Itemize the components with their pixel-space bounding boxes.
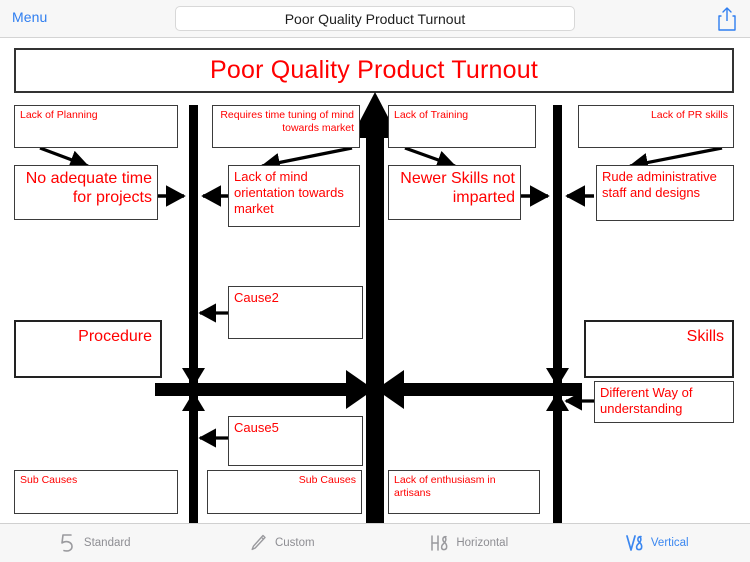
node-rude-administrative[interactable]: Rude administrative staff and designs xyxy=(596,165,734,221)
node-label: Cause2 xyxy=(234,290,279,305)
node-label: Cause5 xyxy=(234,420,279,435)
pencil-icon xyxy=(248,532,268,554)
node-label: Different Way of understanding xyxy=(600,385,693,416)
node-label: Lack of PR skills xyxy=(650,109,728,121)
main-spine-shaft xyxy=(366,128,384,523)
menu-button[interactable]: Menu xyxy=(12,9,47,25)
toolbar-item-label: Standard xyxy=(83,537,131,549)
left-main-arrow-shaft xyxy=(155,383,360,396)
top-toolbar: Menu Poor Quality Product Turnout xyxy=(0,0,750,38)
node-cause2[interactable]: Cause2 xyxy=(228,286,363,339)
toolbar-item-custom[interactable]: Custom xyxy=(188,532,376,554)
node-label: Requires time tuning of mind towards mar… xyxy=(220,109,354,134)
share-upload-icon[interactable] xyxy=(716,6,738,32)
node-label: Lack of enthusiasm in artisans xyxy=(394,474,496,499)
node-procedure[interactable]: Procedure xyxy=(14,320,162,378)
node-skills[interactable]: Skills xyxy=(584,320,734,378)
vertical-v8-icon xyxy=(624,532,644,554)
node-sub-causes-left[interactable]: Sub Causes xyxy=(14,470,178,514)
node-label: Skills xyxy=(686,328,724,345)
toolbar-item-label: Horizontal xyxy=(456,537,509,549)
node-label: Sub Causes xyxy=(20,474,78,486)
toolbar-item-horizontal[interactable]: Horizontal xyxy=(375,532,563,554)
node-newer-skills-not-imparted[interactable]: Newer Skills not imparted xyxy=(388,165,521,220)
right-main-arrow-shaft xyxy=(392,383,582,396)
toolbar-item-standard[interactable]: Standard xyxy=(0,532,188,554)
node-lack-of-training[interactable]: Lack of Training xyxy=(388,105,536,148)
node-label: Lack of Training xyxy=(394,109,469,121)
toolbar-item-label: Vertical xyxy=(650,537,689,549)
node-label: Lack of Planning xyxy=(20,109,98,121)
toolbar-item-label: Custom xyxy=(274,537,315,549)
node-label: Rude administrative staff and designs xyxy=(602,169,717,200)
node-lack-of-planning[interactable]: Lack of Planning xyxy=(14,105,178,148)
standard-5-icon xyxy=(57,532,77,554)
diagram-banner-title: Poor Quality Product Turnout xyxy=(210,56,538,84)
node-no-adequate-time[interactable]: No adequate time for projects xyxy=(14,165,158,220)
node-label: Sub Causes xyxy=(298,474,356,486)
diagram-canvas[interactable]: Poor Quality Product Turnout Lack of Pla… xyxy=(0,38,750,523)
node-lack-of-pr-skills[interactable]: Lack of PR skills xyxy=(578,105,734,148)
toolbar-item-vertical[interactable]: Vertical xyxy=(563,532,750,554)
right-rib-spine xyxy=(553,105,562,523)
node-different-way[interactable]: Different Way of understanding xyxy=(594,381,734,423)
node-sub-causes-mid[interactable]: Sub Causes xyxy=(207,470,362,514)
node-lack-of-enthusiasm[interactable]: Lack of enthusiasm in artisans xyxy=(388,470,540,514)
horizontal-h8-icon xyxy=(429,532,449,554)
node-label: Procedure xyxy=(78,328,152,345)
document-title-field[interactable]: Poor Quality Product Turnout xyxy=(175,6,575,31)
left-rib-spine xyxy=(189,105,198,523)
node-requires-time-tuning[interactable]: Requires time tuning of mind towards mar… xyxy=(212,105,360,148)
node-label: Lack of mind orientation towards market xyxy=(234,169,344,216)
diagram-banner[interactable]: Poor Quality Product Turnout xyxy=(14,48,734,93)
node-label: Newer Skills not imparted xyxy=(400,170,515,206)
node-label: No adequate time for projects xyxy=(25,170,152,206)
node-cause5[interactable]: Cause5 xyxy=(228,416,363,466)
bottom-toolbar: Standard Custom Horizontal Vertical xyxy=(0,523,750,562)
document-title-text: Poor Quality Product Turnout xyxy=(284,10,466,27)
node-lack-of-mind-orientation[interactable]: Lack of mind orientation towards market xyxy=(228,165,360,227)
